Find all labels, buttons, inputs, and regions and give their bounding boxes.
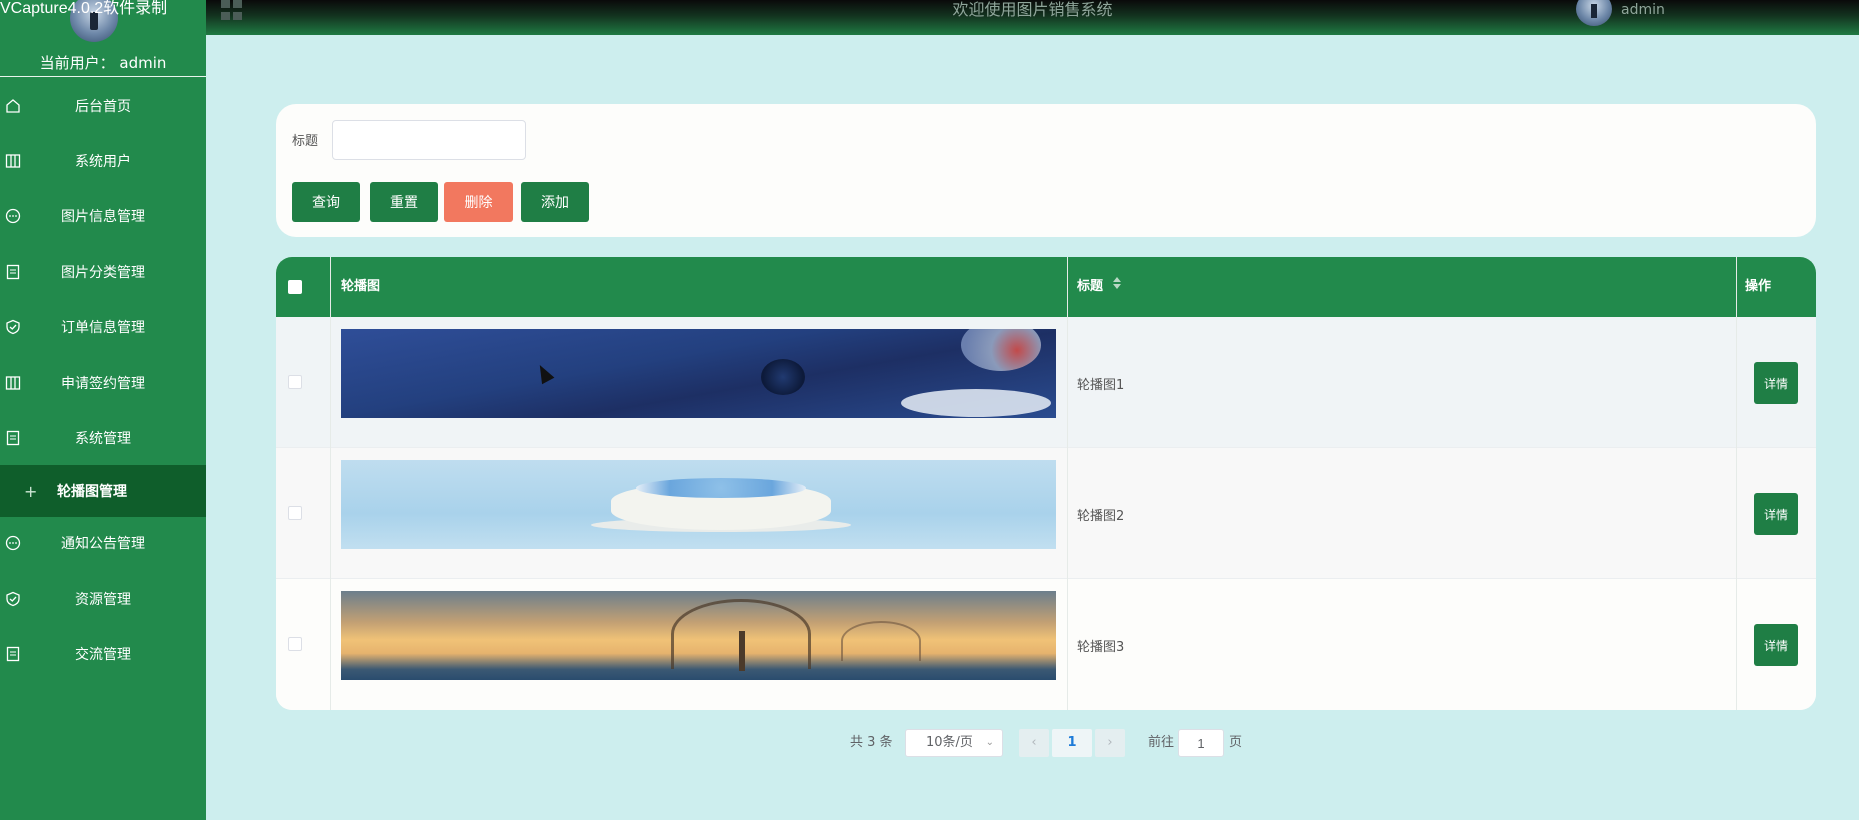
- row-title: 轮播图2: [1077, 509, 1125, 524]
- home-icon: [4, 97, 22, 115]
- table-row: 轮播图2 详情: [276, 448, 1816, 579]
- column-header-title[interactable]: 标题: [1077, 257, 1121, 317]
- document-icon: [4, 429, 22, 447]
- sidebar-item-label: 订单信息管理: [61, 320, 145, 336]
- column-divider: [1067, 257, 1068, 710]
- sidebar-item-label: 通知公告管理: [61, 536, 145, 552]
- add-button[interactable]: 添加: [521, 182, 589, 222]
- sidebar-item-system-users[interactable]: 系统用户: [0, 135, 206, 187]
- carousel-image: [341, 591, 1056, 680]
- carousel-image: [341, 329, 1056, 418]
- row-checkbox[interactable]: [288, 506, 302, 520]
- sidebar-item-image-category[interactable]: 图片分类管理: [0, 246, 206, 298]
- top-bar: 欢迎使用图片销售系统 admin: [206, 0, 1859, 35]
- plus-icon: +: [24, 481, 38, 501]
- chat-icon: [4, 207, 22, 225]
- sidebar-item-resources[interactable]: 资源管理: [0, 573, 206, 625]
- sidebar-item-system-manage[interactable]: 系统管理: [0, 412, 206, 464]
- current-user-label: 当前用户：: [39, 54, 115, 72]
- detail-button[interactable]: 详情: [1754, 624, 1798, 666]
- title-filter-label: 标题: [292, 134, 319, 149]
- pagination-total: 共 3 条: [850, 735, 893, 750]
- current-user-name: admin: [119, 54, 167, 72]
- sidebar-item-order-info[interactable]: 订单信息管理: [0, 301, 206, 353]
- column-header-title-label: 标题: [1077, 279, 1104, 294]
- goto-label: 前往: [1148, 735, 1175, 750]
- sidebar-item-label: 资源管理: [75, 592, 131, 608]
- shield-check-icon: [4, 590, 22, 608]
- document-icon: [4, 263, 22, 281]
- chat-icon: [4, 534, 22, 552]
- search-panel: 标题 查询 重置 删除 添加: [276, 104, 1816, 237]
- sidebar-item-label: 系统用户: [75, 154, 131, 170]
- row-checkbox[interactable]: [288, 375, 302, 389]
- detail-button[interactable]: 详情: [1754, 362, 1798, 404]
- avatar[interactable]: [1576, 0, 1612, 26]
- document-icon: [4, 645, 22, 663]
- goto-page-input[interactable]: [1178, 729, 1224, 757]
- sidebar-item-label: 图片分类管理: [61, 265, 145, 281]
- recording-watermark: VCapture4.0.2软件录制: [0, 0, 168, 17]
- sidebar-item-notice[interactable]: 通知公告管理: [0, 517, 206, 569]
- page-size-select[interactable]: 10条/页 ⌄: [905, 729, 1003, 757]
- column-header-action: 操作: [1745, 279, 1772, 294]
- delete-button[interactable]: 删除: [444, 182, 513, 222]
- title-search-input[interactable]: [332, 120, 526, 160]
- sidebar-item-contract-apply[interactable]: 申请签约管理: [0, 357, 206, 409]
- page-suffix: 页: [1229, 735, 1243, 750]
- column-header-image: 轮播图: [341, 279, 381, 294]
- sidebar-item-label: 后台首页: [75, 99, 131, 115]
- detail-button[interactable]: 详情: [1754, 493, 1798, 535]
- table-row: 轮播图3 详情: [276, 579, 1816, 710]
- select-all-checkbox[interactable]: [288, 280, 302, 294]
- columns-icon: [4, 374, 22, 392]
- sidebar-item-image-info[interactable]: 图片信息管理: [0, 190, 206, 242]
- chevron-left-icon: ‹: [1031, 735, 1037, 750]
- sidebar: 当前用户： admin 后台首页 系统用户 图片信息管理 图片分类管理 订单信息…: [0, 0, 206, 820]
- chevron-right-icon: ›: [1107, 735, 1113, 750]
- next-page-button[interactable]: ›: [1095, 729, 1125, 757]
- sort-icon[interactable]: [1112, 277, 1122, 294]
- sidebar-item-label: 图片信息管理: [61, 209, 145, 225]
- divider: [0, 76, 206, 77]
- table-row: 轮播图1 详情: [276, 317, 1816, 448]
- carousel-table: 轮播图 标题 操作 轮播图1 详情 轮播图2 详情 轮播图3 详情: [276, 257, 1816, 710]
- chevron-down-icon: ⌄: [985, 737, 994, 748]
- sidebar-item-label: 申请签约管理: [61, 376, 145, 392]
- shield-check-icon: [4, 318, 22, 336]
- sidebar-item-home[interactable]: 后台首页: [0, 80, 206, 132]
- page-number[interactable]: 1: [1052, 729, 1092, 757]
- column-divider: [1736, 257, 1737, 710]
- top-username[interactable]: admin: [1621, 2, 1665, 18]
- sidebar-item-carousel[interactable]: + 轮播图管理: [0, 465, 206, 517]
- current-user: 当前用户： admin: [0, 52, 206, 73]
- table-header: 轮播图 标题 操作: [276, 257, 1816, 317]
- prev-page-button[interactable]: ‹: [1019, 729, 1049, 757]
- column-divider: [330, 257, 331, 710]
- sidebar-item-label: 系统管理: [75, 431, 131, 447]
- sidebar-item-label: 交流管理: [75, 647, 131, 663]
- page-size-value: 10条/页: [926, 735, 973, 750]
- columns-icon: [4, 152, 22, 170]
- row-title: 轮播图1: [1077, 378, 1125, 393]
- sidebar-item-exchange[interactable]: 交流管理: [0, 628, 206, 680]
- row-title: 轮播图3: [1077, 640, 1125, 655]
- query-button[interactable]: 查询: [292, 182, 360, 222]
- carousel-image: [341, 460, 1056, 549]
- row-checkbox[interactable]: [288, 637, 302, 651]
- reset-button[interactable]: 重置: [370, 182, 438, 222]
